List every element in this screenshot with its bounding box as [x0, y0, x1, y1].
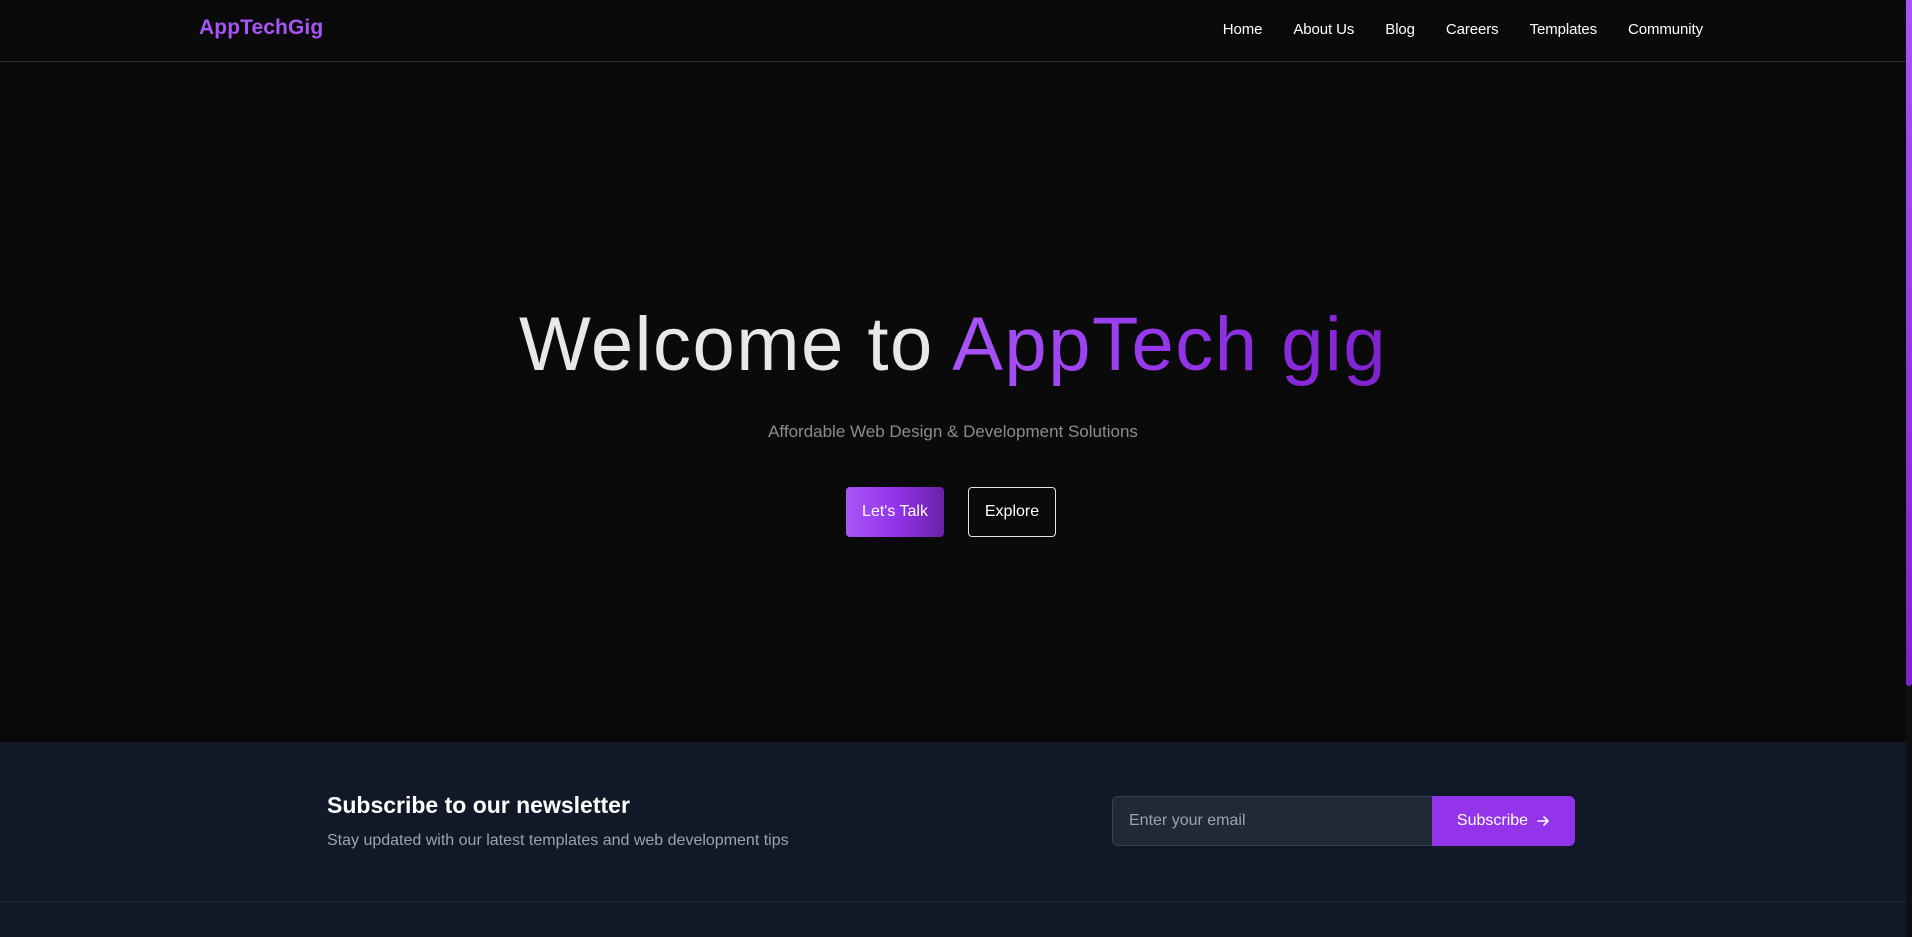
newsletter-title: Subscribe to our newsletter	[327, 792, 630, 818]
lets-talk-button[interactable]: Let's Talk	[846, 487, 944, 537]
arrow-right-icon	[1537, 816, 1549, 826]
hero-title-prefix: Welcome to	[518, 302, 953, 387]
scrollbar-track[interactable]	[1906, 0, 1912, 937]
nav-home[interactable]: Home	[1223, 21, 1263, 38]
main-nav: Home About Us Blog Careers Templates Com…	[1223, 21, 1703, 38]
site-header: AppTechGig Home About Us Blog Careers Te…	[0, 0, 1906, 62]
scrollbar-thumb[interactable]	[1906, 0, 1912, 686]
email-input[interactable]	[1112, 796, 1432, 846]
subscribe-button[interactable]: Subscribe	[1432, 796, 1575, 846]
nav-blog[interactable]: Blog	[1385, 21, 1415, 38]
subscribe-label: Subscribe	[1456, 812, 1529, 829]
hero-title-brand: AppTech gig	[952, 302, 1388, 387]
nav-community[interactable]: Community	[1628, 21, 1703, 38]
nav-careers[interactable]: Careers	[1446, 21, 1499, 38]
newsletter-description: Stay updated with our latest templates a…	[327, 832, 789, 849]
hero-section: Welcome to AppTech gig Affordable Web De…	[0, 62, 1906, 742]
logo[interactable]: AppTechGig	[199, 16, 323, 40]
hero-subtitle: Affordable Web Design & Development Solu…	[768, 422, 1138, 441]
newsletter-section: Subscribe to our newsletter Stay updated…	[0, 742, 1906, 902]
hero-title: Welcome to AppTech gig	[0, 300, 1906, 390]
nav-about-us[interactable]: About Us	[1293, 21, 1354, 38]
explore-button[interactable]: Explore	[968, 487, 1056, 537]
hero-buttons: Let's Talk Explore	[846, 487, 1056, 537]
footer-strip	[0, 902, 1906, 937]
nav-templates[interactable]: Templates	[1530, 21, 1598, 38]
page: AppTechGig Home About Us Blog Careers Te…	[0, 0, 1912, 937]
newsletter-form: Subscribe	[1112, 796, 1575, 846]
